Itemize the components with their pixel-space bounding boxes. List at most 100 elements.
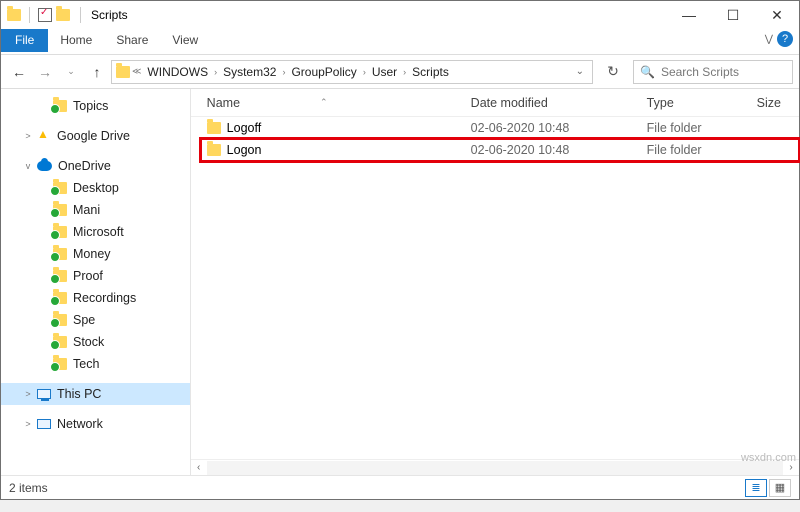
- column-headers: Name⌃ Date modified Type Size: [191, 89, 799, 117]
- address-icon: [116, 66, 130, 78]
- tree-item-label: Network: [57, 417, 103, 431]
- col-name[interactable]: Name⌃: [201, 96, 465, 110]
- help-icon[interactable]: ?: [777, 31, 793, 47]
- crumb[interactable]: System32: [219, 65, 280, 79]
- tree-item-label: Desktop: [73, 181, 119, 195]
- nav-tree[interactable]: Topics > Google Drive v OneDrive Desktop…: [1, 89, 191, 475]
- minimize-button[interactable]: —: [667, 1, 711, 29]
- tree-item[interactable]: Topics: [1, 95, 190, 117]
- view-large-icon[interactable]: ▦: [769, 479, 791, 497]
- file-date: 02-06-2020 10:48: [465, 121, 641, 135]
- tree-item-label: OneDrive: [58, 159, 111, 173]
- tree-item-label: Topics: [73, 99, 108, 113]
- tree-item[interactable]: Recordings: [1, 287, 190, 309]
- tree-item-label: Proof: [73, 269, 103, 283]
- crumb[interactable]: GroupPolicy: [287, 65, 360, 79]
- col-date[interactable]: Date modified: [465, 96, 641, 110]
- close-button[interactable]: ✕: [755, 1, 799, 29]
- expand-icon[interactable]: >: [23, 419, 33, 429]
- tab-share[interactable]: Share: [104, 29, 160, 52]
- tree-item-label: Mani: [73, 203, 100, 217]
- address-dropdown-icon[interactable]: ⌄: [576, 66, 584, 77]
- tree-item-label: Recordings: [73, 291, 136, 305]
- tree-item[interactable]: Desktop: [1, 177, 190, 199]
- chevron-right-icon[interactable]: ›: [361, 67, 368, 77]
- file-name: Logoff: [227, 121, 262, 135]
- item-count: 2 items: [9, 481, 48, 495]
- quick-access-toolbar: [7, 7, 70, 23]
- horizontal-scrollbar[interactable]: ‹ ›: [191, 459, 799, 475]
- file-list: Name⌃ Date modified Type Size Logoff 02-…: [191, 89, 799, 475]
- chevron-right-icon[interactable]: ›: [280, 67, 287, 77]
- sort-caret-icon: ⌃: [320, 97, 328, 108]
- qat-properties-icon[interactable]: [38, 8, 52, 22]
- separator: [80, 7, 81, 23]
- maximize-button[interactable]: ☐: [711, 1, 755, 29]
- separator: [29, 7, 30, 23]
- file-name: Logon: [227, 143, 262, 157]
- window-title: Scripts: [91, 8, 128, 22]
- tree-item-label: Tech: [73, 357, 99, 371]
- tree-item[interactable]: Tech: [1, 353, 190, 375]
- chevron-right-icon[interactable]: ›: [212, 67, 219, 77]
- chevron-left-icon[interactable]: ≪: [130, 66, 143, 77]
- address-bar[interactable]: ≪ WINDOWS› System32› GroupPolicy› User› …: [111, 60, 593, 84]
- tree-item-label: Stock: [73, 335, 104, 349]
- scroll-track[interactable]: [207, 461, 783, 475]
- expand-icon[interactable]: >: [23, 389, 33, 399]
- file-type: File folder: [641, 143, 751, 157]
- watermark: wsxdn.com: [741, 452, 796, 464]
- tree-item[interactable]: > Network: [1, 413, 190, 435]
- tree-item-label: Microsoft: [73, 225, 124, 239]
- up-button[interactable]: ↑: [85, 60, 109, 84]
- ribbon-collapse-icon[interactable]: ⋁: [765, 34, 773, 45]
- expand-icon[interactable]: >: [23, 131, 33, 141]
- tree-item-label: This PC: [57, 387, 101, 401]
- crumb[interactable]: Scripts: [408, 65, 453, 79]
- back-button[interactable]: ←: [7, 60, 31, 84]
- nav-bar: ← → ⌄ ↑ ≪ WINDOWS› System32› GroupPolicy…: [1, 55, 799, 89]
- tree-item[interactable]: Mani: [1, 199, 190, 221]
- file-row[interactable]: Logon 02-06-2020 10:48 File folder: [201, 139, 799, 161]
- file-row[interactable]: Logoff 02-06-2020 10:48 File folder: [201, 117, 799, 139]
- qat-newfolder-icon[interactable]: [56, 9, 70, 21]
- ribbon: File Home Share View ⋁ ?: [1, 29, 799, 55]
- folder-icon: [207, 144, 221, 156]
- tree-item-label: Google Drive: [57, 129, 130, 143]
- scroll-left-icon[interactable]: ‹: [191, 462, 207, 473]
- tree-item[interactable]: Proof: [1, 265, 190, 287]
- tab-home[interactable]: Home: [48, 29, 104, 52]
- tab-view[interactable]: View: [160, 29, 210, 52]
- expand-icon[interactable]: v: [23, 161, 33, 171]
- search-placeholder: Search Scripts: [661, 65, 739, 79]
- folder-icon: [207, 122, 221, 134]
- tree-item[interactable]: > Google Drive: [1, 125, 190, 147]
- col-type[interactable]: Type: [641, 96, 751, 110]
- tree-item-label: Money: [73, 247, 111, 261]
- tree-item[interactable]: > This PC: [1, 383, 190, 405]
- rows-container: Logoff 02-06-2020 10:48 File folder Logo…: [191, 117, 799, 161]
- refresh-button[interactable]: ↻: [601, 60, 625, 84]
- status-bar: 2 items ≣ ▦: [1, 475, 799, 499]
- recent-dropdown-icon[interactable]: ⌄: [59, 60, 83, 84]
- app-icon: [7, 9, 21, 21]
- file-tab[interactable]: File: [1, 29, 48, 52]
- col-size[interactable]: Size: [751, 96, 799, 110]
- search-input[interactable]: 🔍 Search Scripts: [633, 60, 793, 84]
- file-type: File folder: [641, 121, 751, 135]
- tree-item[interactable]: Stock: [1, 331, 190, 353]
- view-details-icon[interactable]: ≣: [745, 479, 767, 497]
- crumb[interactable]: WINDOWS: [143, 65, 212, 79]
- tree-item[interactable]: v OneDrive: [1, 155, 190, 177]
- tree-item[interactable]: Money: [1, 243, 190, 265]
- tree-item[interactable]: Spe: [1, 309, 190, 331]
- explorer-window: Scripts — ☐ ✕ File Home Share View ⋁ ? ←…: [0, 0, 800, 500]
- tree-item-label: Spe: [73, 313, 95, 327]
- search-icon: 🔍: [640, 65, 655, 79]
- forward-button[interactable]: →: [33, 60, 57, 84]
- file-date: 02-06-2020 10:48: [465, 143, 641, 157]
- title-bar[interactable]: Scripts — ☐ ✕: [1, 1, 799, 29]
- tree-item[interactable]: Microsoft: [1, 221, 190, 243]
- crumb[interactable]: User: [368, 65, 401, 79]
- chevron-right-icon[interactable]: ›: [401, 67, 408, 77]
